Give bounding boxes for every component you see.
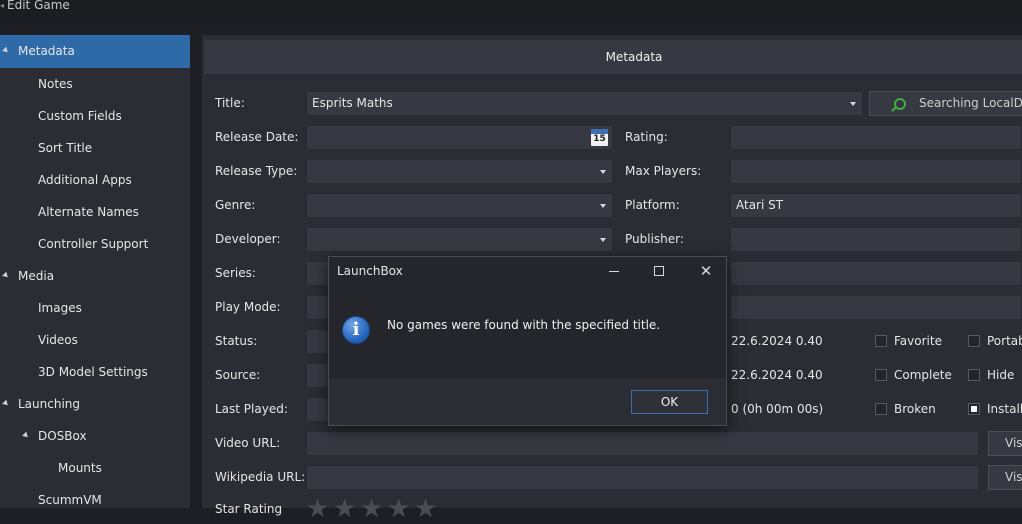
date-modified-value: 22.6.2024 0.40 (731, 368, 823, 382)
last-played-label: Last Played: (215, 402, 288, 416)
info-icon: i (342, 316, 370, 344)
window-titlebar: ◂ Edit Game (0, 0, 1022, 22)
sidebar-item-scummvm[interactable]: ScummVM (0, 484, 190, 516)
sidebar-item-mounts[interactable]: Mounts (0, 452, 190, 484)
calendar-icon[interactable]: 15 (591, 129, 608, 146)
dialog-message: No games were found with the specified t… (387, 318, 661, 332)
release-date-field[interactable]: 15 (306, 125, 613, 150)
sidebar-item-videos[interactable]: Videos (0, 324, 190, 356)
section-title: Metadata (605, 50, 663, 64)
portable-label: Portable (987, 334, 1022, 348)
source-label: Source: (215, 368, 261, 382)
play-count-value: 0 (0h 00m 00s) (731, 402, 824, 416)
star-icon[interactable]: ★ (306, 496, 330, 522)
version-field[interactable] (730, 295, 1022, 320)
rating-label: Rating: (625, 130, 668, 144)
developer-label: Developer: (215, 232, 281, 246)
complete-label: Complete (894, 368, 952, 382)
max-players-label: Max Players: (625, 164, 702, 178)
star-rating-label: Star Rating (215, 502, 283, 516)
star-icon[interactable]: ★ (333, 496, 357, 522)
maximize-icon[interactable] (654, 266, 664, 276)
sidebar-item-notes[interactable]: Notes (0, 68, 190, 100)
app-icon: ◂ (0, 1, 5, 10)
genre-dropdown[interactable] (306, 193, 613, 218)
publisher-label: Publisher: (625, 232, 684, 246)
title-combobox[interactable]: Esprits Maths (306, 91, 863, 116)
sidebar-item-controller-support[interactable]: Controller Support (0, 228, 190, 260)
video-url-input[interactable] (306, 431, 979, 456)
dialog-title: LaunchBox (337, 264, 403, 278)
chevron-down-icon[interactable] (600, 170, 606, 174)
platform-label: Platform: (625, 198, 680, 212)
video-url-label: Video URL: (215, 436, 281, 450)
favorite-checkbox[interactable] (875, 335, 887, 347)
expand-triangle-icon[interactable] (2, 46, 10, 55)
hide-label: Hide (987, 368, 1015, 382)
sidebar-item-metadata[interactable]: Metadata (0, 35, 190, 68)
sidebar-item-launching[interactable]: Launching (0, 388, 190, 420)
play-mode-label: Play Mode: (215, 300, 281, 314)
sidebar-item-custom-fields[interactable]: Custom Fields (0, 100, 190, 132)
sidebar-item-additional-apps[interactable]: Additional Apps (0, 164, 190, 196)
visit-video-button[interactable]: Visit (988, 431, 1022, 456)
minimize-icon[interactable] (609, 271, 619, 272)
developer-dropdown[interactable] (306, 227, 613, 252)
sidebar-item-images[interactable]: Images (0, 292, 190, 324)
wikipedia-url-input[interactable] (306, 465, 979, 490)
panel-divider (190, 35, 202, 508)
installed-label: Installed (987, 402, 1022, 416)
title-label: Title: (215, 96, 245, 110)
sidebar-item-3d-model-settings[interactable]: 3D Model Settings (0, 356, 190, 388)
status-label: Status: (215, 334, 258, 348)
star-icon[interactable]: ★ (360, 496, 384, 522)
sidebar-item-media[interactable]: Media (0, 260, 190, 292)
release-type-dropdown[interactable] (306, 159, 613, 184)
broken-label: Broken (894, 402, 936, 416)
rating-dropdown[interactable] (730, 125, 1022, 150)
date-added-value: 22.6.2024 0.40 (731, 334, 823, 348)
close-icon[interactable]: ✕ (699, 261, 713, 281)
expand-triangle-icon[interactable] (22, 431, 30, 440)
favorite-label: Favorite (894, 334, 942, 348)
publisher-dropdown[interactable] (730, 227, 1022, 252)
region-dropdown[interactable] (730, 261, 1022, 286)
sidebar-item-sort-title[interactable]: Sort Title (0, 132, 190, 164)
chevron-down-icon[interactable] (850, 102, 856, 106)
window-title: ◂ Edit Game (0, 0, 70, 12)
star-icon[interactable]: ★ (414, 496, 438, 522)
max-players-field[interactable] (730, 159, 1022, 184)
section-header: Metadata (204, 40, 1022, 74)
ok-button[interactable]: OK (631, 390, 708, 414)
star-icon[interactable]: ★ (387, 496, 411, 522)
message-dialog: LaunchBox ✕ i No games were found with t… (328, 256, 727, 426)
installed-checkbox[interactable] (968, 403, 980, 415)
expand-triangle-icon[interactable] (2, 399, 10, 408)
sidebar-item-dosbox[interactable]: DOSBox (0, 420, 190, 452)
series-label: Series: (215, 266, 256, 280)
broken-checkbox[interactable] (875, 403, 887, 415)
search-localdb-button[interactable]: Searching LocalDB... (869, 91, 1022, 116)
chevron-down-icon[interactable] (600, 238, 606, 242)
genre-label: Genre: (215, 198, 256, 212)
chevron-down-icon[interactable] (600, 204, 606, 208)
hide-checkbox[interactable] (968, 369, 980, 381)
sidebar-item-alternate-names[interactable]: Alternate Names (0, 196, 190, 228)
platform-dropdown[interactable]: Atari ST (730, 193, 1022, 218)
complete-checkbox[interactable] (875, 369, 887, 381)
release-date-label: Release Date: (215, 130, 299, 144)
wikipedia-url-label: Wikipedia URL: (215, 470, 306, 484)
release-type-label: Release Type: (215, 164, 298, 178)
portable-checkbox[interactable] (968, 335, 980, 347)
expand-triangle-icon[interactable] (2, 271, 10, 280)
search-icon (894, 98, 906, 110)
visit-wikipedia-button[interactable]: Visit (988, 465, 1022, 490)
